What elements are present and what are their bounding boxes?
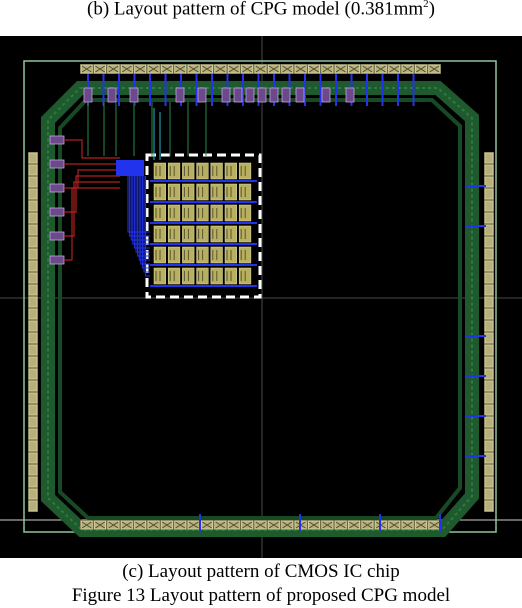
left-pad — [28, 152, 38, 164]
left-red-route — [64, 169, 120, 189]
left-pad — [28, 176, 38, 188]
right-pad — [484, 380, 494, 392]
routing — [49, 74, 486, 532]
esd-cell — [295, 87, 305, 103]
right-pad — [484, 176, 494, 188]
left-pad — [28, 392, 38, 404]
right-pad — [484, 332, 494, 344]
left-pad — [28, 416, 38, 428]
right-pad — [484, 368, 494, 380]
left-pad — [28, 464, 38, 476]
left-pad — [28, 236, 38, 248]
left-pad — [28, 200, 38, 212]
left-pad — [28, 344, 38, 356]
esd-cell — [269, 87, 279, 103]
esd-cell — [83, 87, 93, 103]
right-pad — [484, 284, 494, 296]
chip-layout-svg — [0, 36, 522, 558]
right-pad — [484, 404, 494, 416]
esd-cell — [107, 87, 117, 103]
left-esd-cell — [49, 207, 65, 217]
left-pad — [28, 380, 38, 392]
left-pad — [28, 188, 38, 200]
left-esd-cell — [49, 135, 65, 145]
left-pad — [28, 248, 38, 260]
caption-b-text: (b) Layout pattern of CPG model (0.381mm — [87, 0, 424, 20]
right-pad — [484, 476, 494, 488]
esd-cell — [245, 87, 255, 103]
left-red-route — [64, 139, 120, 159]
blue-route-hub — [116, 160, 144, 176]
chip-layout-image — [0, 36, 522, 558]
left-pad — [28, 284, 38, 296]
esd-cell — [129, 87, 139, 103]
right-pad — [484, 392, 494, 404]
right-pad — [484, 248, 494, 260]
right-pad — [484, 212, 494, 224]
left-pad — [28, 404, 38, 416]
core-array — [150, 162, 257, 287]
left-pad — [28, 260, 38, 272]
right-pad — [484, 152, 494, 164]
left-pad — [28, 308, 38, 320]
esd-cell — [321, 87, 331, 103]
left-esd-cell — [49, 183, 65, 193]
left-pad — [28, 164, 38, 176]
left-pad — [28, 476, 38, 488]
esd-cell — [221, 87, 231, 103]
left-pad — [28, 440, 38, 452]
caption-b-suffix: ) — [428, 0, 435, 20]
esd-cell — [233, 87, 243, 103]
left-esd-cell — [49, 255, 65, 265]
right-pad — [484, 500, 494, 512]
left-esd-cell — [49, 231, 65, 241]
right-pad — [484, 344, 494, 356]
left-pad — [28, 428, 38, 440]
esd-cell — [197, 87, 207, 103]
right-pad — [484, 224, 494, 236]
caption-c: (c) Layout pattern of CMOS IC chip — [122, 561, 400, 582]
right-pad — [484, 236, 494, 248]
left-pad — [28, 500, 38, 512]
left-pad — [28, 224, 38, 236]
esd-cell — [175, 87, 185, 103]
esd-cell — [345, 87, 355, 103]
left-pad — [28, 212, 38, 224]
right-pad — [484, 308, 494, 320]
left-pad — [28, 368, 38, 380]
left-pad — [28, 356, 38, 368]
left-pad — [28, 296, 38, 308]
right-pad — [484, 320, 494, 332]
caption-b: (b) Layout pattern of CPG model (0.381mm… — [0, 0, 522, 20]
right-pad — [484, 452, 494, 464]
right-pad — [484, 488, 494, 500]
right-pad — [484, 164, 494, 176]
left-pad — [28, 332, 38, 344]
left-pad — [28, 272, 38, 284]
right-pad — [484, 416, 494, 428]
right-pad — [484, 260, 494, 272]
right-pad — [484, 200, 494, 212]
left-pad — [28, 488, 38, 500]
left-pad — [28, 320, 38, 332]
right-pad — [484, 356, 494, 368]
right-pad — [484, 188, 494, 200]
esd-cell — [281, 87, 291, 103]
left-red-route — [64, 187, 120, 261]
esd-cell — [257, 87, 267, 103]
left-esd-cell — [49, 159, 65, 169]
right-pad — [484, 272, 494, 284]
chip-static-structure — [0, 36, 522, 558]
right-pad — [484, 464, 494, 476]
right-pad — [484, 440, 494, 452]
right-pad — [484, 428, 494, 440]
right-pad — [484, 296, 494, 308]
figure-title: Figure 13 Layout pattern of proposed CPG… — [71, 585, 451, 606]
left-pad — [28, 452, 38, 464]
